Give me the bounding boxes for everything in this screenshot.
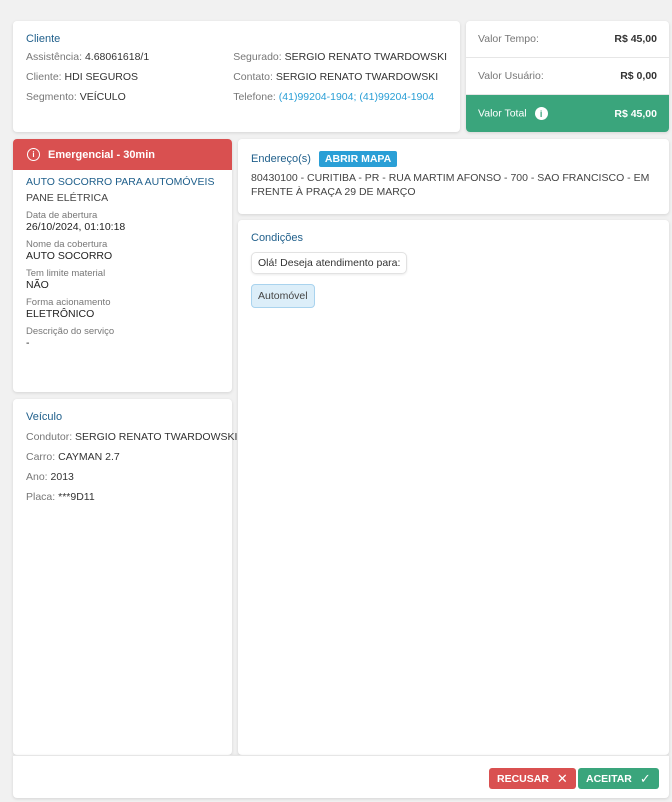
service-card: i Emergencial - 30min AUTO SOCORRO PARA A… [13,139,232,392]
value: R$ 45,00 [614,107,657,120]
vehicle-title: Veículo [26,411,63,423]
address-text: 80430100 - CURITIBA - PR - RUA MARTIM AF… [251,172,650,198]
conditions-title: Condições [251,232,303,244]
address-card: Endereço(s) ABRIR MAPA 80430100 - CURITIB… [238,139,669,214]
accept-button[interactable]: ACEITAR ✓ [578,768,659,789]
label: Ano: [26,471,48,483]
value: 2013 [50,471,74,483]
label: Assistência: [26,51,83,63]
contact-row: Contato: SERGIO RENATO TWARDOWSKI [233,67,447,87]
phone-row: Telefone: (41)99204-1904; (41)99204-1904 [233,87,447,107]
label: Cliente: [26,71,62,83]
value: R$ 0,00 [620,70,657,82]
badge-text: Emergencial - 30min [48,148,155,161]
alert-icon: i [27,148,40,161]
value: SERGIO RENATO TWARDOWSKI [75,431,238,443]
label: Telefone: [233,91,276,103]
service-problem: PANE ELÉTRICA [26,192,109,204]
value: SERGIO RENATO TWARDOWSKI [284,51,447,63]
field-label: Data de abertura [26,210,98,221]
value: VEÍCULO [79,91,126,103]
field-value: AUTO SOCORRO [26,250,113,262]
value-total-row: Valor Total i R$ 45,00 [466,95,669,132]
phone-link[interactable]: (41)99204-1904; (41)99204-1904 [279,91,434,103]
client-title: Cliente [26,33,61,45]
value: ***9D11 [58,491,95,503]
vehicle-row: Ano: 2013 [26,467,219,487]
label: Valor Tempo: [478,33,539,45]
label: Carro: [26,451,56,463]
client-row: Cliente: HDI SEGUROS [26,67,233,87]
open-map-button[interactable]: ABRIR MAPA [318,151,398,167]
label: Valor Total [478,107,527,120]
question-bubble: Olá! Deseja atendimento para: [251,252,408,274]
value-time-row: Valor Tempo: R$ 45,00 [466,21,669,58]
value: HDI SEGUROS [64,71,139,83]
field-value: 26/10/2024, 01:10:18 [26,221,126,233]
value: R$ 45,00 [614,33,657,45]
field-label: Tem limite material [26,268,106,279]
reject-label: RECUSAR [497,772,549,785]
value-user-row: Valor Usuário: R$ 0,00 [466,58,669,95]
accept-label: ACEITAR [586,772,632,785]
label: Valor Usuário: [478,70,544,82]
vehicle-row: Placa: ***9D11 [26,487,219,507]
vehicle-row: Carro: CAYMAN 2.7 [26,447,219,467]
label: Condutor: [26,431,73,443]
value: SERGIO RENATO TWARDOWSKI [275,71,439,83]
answer-chip[interactable]: Automóvel [251,284,315,308]
value: 4.68061618/1 [84,51,150,63]
footer-bar: RECUSAR ✕ ACEITAR ✓ [13,755,669,798]
address-title: Endereço(s) [251,153,311,165]
assistance-row: Assistência: 4.68061618/1 [26,47,233,67]
label: Contato: [233,71,273,83]
info-icon[interactable]: i [534,107,548,120]
label: Placa: [26,491,56,503]
field-label: Nome da cobertura [26,239,108,250]
check-icon: ✓ [639,770,651,786]
label: Segmento: [26,91,77,103]
field-label: Forma acionamento [26,297,111,308]
vehicle-row: Condutor: SERGIO RENATO TWARDOWSKI [26,427,237,447]
field-value: - [26,337,30,349]
conditions-card: Condições Olá! Deseja atendimento para: … [238,220,669,755]
emergency-badge: i Emergencial - 30min [13,139,232,170]
label: Segurado: [233,51,282,63]
field-value: NÃO [26,279,49,291]
field-value: ELETRÔNICO [26,308,95,320]
client-card: Cliente Assistência: 4.68061618/1 Client… [13,21,460,132]
insured-row: Segurado: SERGIO RENATO TWARDOWSKI [233,47,447,67]
segment-row: Segmento: VEÍCULO [26,87,233,107]
service-name: AUTO SOCORRO PARA AUTOMÓVEIS [26,176,215,188]
vehicle-card: Veículo Condutor: SERGIO RENATO TWARDOWS… [13,399,237,755]
field-label: Descrição do serviço [26,326,115,337]
close-icon: ✕ [556,770,568,786]
reject-button[interactable]: RECUSAR ✕ [489,768,576,789]
values-card: Valor Tempo: R$ 45,00 Valor Usuário: R$ 0,… [466,21,669,132]
value: CAYMAN 2.7 [58,451,120,463]
